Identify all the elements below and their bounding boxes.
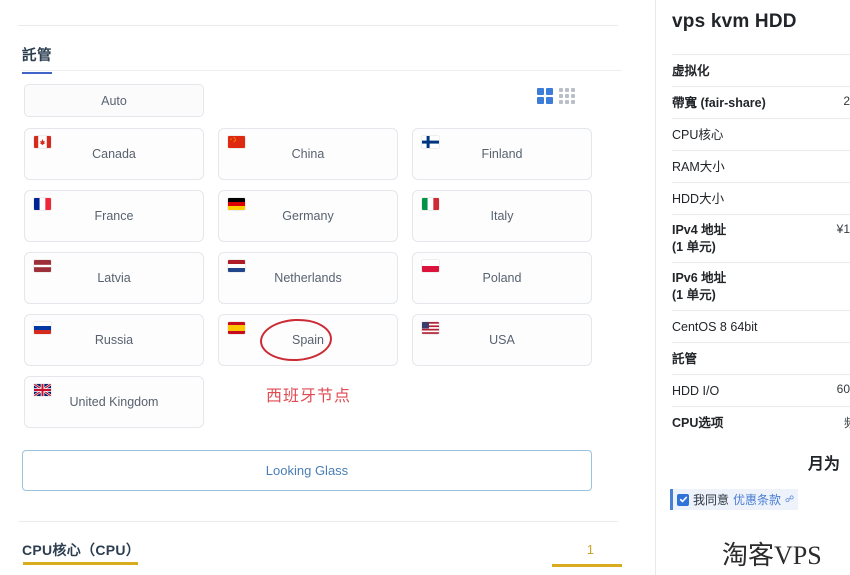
country-card-netherlands[interactable]: Netherlands (218, 252, 398, 304)
spec-row-hdd-io: HDD I/O 60 (672, 373, 850, 406)
flag-latvia-icon (34, 260, 51, 272)
spec-key: HDD I/O (672, 383, 720, 398)
country-label: United Kingdom (69, 395, 159, 409)
flag-united-kingdom-icon (34, 384, 51, 396)
flag-germany-icon (228, 198, 245, 210)
cpu-cores-label-underline (23, 562, 138, 565)
spec-key: IPv4 地址 (1 单元) (672, 223, 727, 254)
spec-key: 帶寬 (fair-share) (672, 96, 766, 110)
country-label: Germany (282, 209, 334, 223)
auto-location-label: Auto (101, 93, 127, 108)
spec-key: CentOS 8 64bit (672, 319, 758, 334)
country-card-canada[interactable]: Canada (24, 128, 204, 180)
country-card-finland[interactable]: Finland (412, 128, 592, 180)
grid-view-3x3-icon[interactable] (559, 88, 575, 104)
spec-key: HDD大小 (672, 192, 725, 206)
country-label: Spain (292, 333, 324, 347)
country-label: Canada (92, 147, 136, 161)
page-root: 託管 Auto Canada China Finland France Germ… (0, 0, 850, 575)
tab-strip-underline (22, 70, 622, 71)
auto-location-button[interactable]: Auto (24, 84, 204, 117)
cpu-cores-value: 1 (586, 542, 594, 557)
agree-label: 我同意 (693, 493, 730, 507)
country-label: France (94, 209, 134, 223)
country-label: Poland (482, 271, 522, 285)
spec-row-ram-size: RAM大小 (672, 150, 850, 182)
spec-row-ipv6-address: IPv6 地址 (1 单元) (672, 261, 850, 310)
spec-key: CPU选项 (672, 415, 724, 430)
cpu-cores-value-underline (552, 564, 622, 567)
spec-key: RAM大小 (672, 160, 725, 174)
country-card-china[interactable]: China (218, 128, 398, 180)
country-card-france[interactable]: France (24, 190, 204, 242)
top-divider (18, 25, 618, 26)
country-card-germany[interactable]: Germany (218, 190, 398, 242)
country-card-spain[interactable]: Spain (218, 314, 398, 366)
country-card-usa[interactable]: USA (412, 314, 592, 366)
spec-row-cpu-option: CPU选项 频率 CPU <= (672, 405, 850, 438)
country-label: Netherlands (274, 271, 342, 285)
terms-link[interactable]: 优惠条款 (733, 491, 781, 508)
flag-usa-icon (422, 322, 439, 334)
country-label: China (291, 147, 325, 161)
view-toggle-group (537, 88, 575, 104)
summary-panel: vps kvm HDD 虚拟化 帶寬 (fair-share) 2 CPU核心 … (656, 0, 850, 575)
spec-key: 虚拟化 (672, 64, 710, 78)
spec-row-cpu-cores: CPU核心 (672, 118, 850, 150)
spec-value: ¥1 (836, 222, 850, 236)
cpu-cores-section: CPU核心（CPU） 1 (22, 540, 622, 572)
country-card-russia[interactable]: Russia (24, 314, 204, 366)
spec-key: 託管 (672, 351, 698, 366)
spec-row-hdd-size: HDD大小 (672, 182, 850, 214)
price-billing-period: 月为 (807, 456, 840, 473)
external-link-icon: ☍ (785, 494, 795, 504)
spec-table: 虚拟化 帶寬 (fair-share) 2 CPU核心 RAM大小 HDD大小 … (672, 54, 850, 438)
country-card-united-kingdom[interactable]: United Kingdom (24, 376, 204, 428)
plan-title: vps kvm HDD (672, 11, 797, 32)
flag-poland-icon (422, 260, 439, 272)
country-label: Italy (490, 209, 514, 223)
flag-france-icon (34, 198, 51, 210)
flag-italy-icon (422, 198, 439, 210)
spec-value: 频率 CPU <= (843, 415, 850, 430)
spec-row-operating-system: CentOS 8 64bit (672, 309, 850, 342)
country-card-poland[interactable]: Poland (412, 252, 592, 304)
country-card-italy[interactable]: Italy (412, 190, 592, 242)
looking-glass-label: Looking Glass (265, 463, 349, 478)
spec-key: IPv6 地址 (1 单元) (672, 270, 727, 302)
flag-china-icon (228, 136, 245, 148)
looking-glass-button[interactable]: Looking Glass (22, 450, 592, 491)
country-label: USA (489, 333, 515, 347)
flag-canada-icon (34, 136, 51, 148)
flag-finland-icon (422, 136, 439, 148)
cpu-cores-label: CPU核心（CPU） (22, 542, 141, 558)
flag-netherlands-icon (228, 260, 245, 272)
spec-key: CPU核心 (672, 128, 724, 142)
spec-row-hosting-location: 託管 Madrid (672, 341, 850, 374)
bottom-divider (18, 521, 618, 522)
country-card-latvia[interactable]: Latvia (24, 252, 204, 304)
country-label: Russia (94, 333, 134, 347)
configuration-panel: 託管 Auto Canada China Finland France Germ… (0, 0, 655, 575)
agree-checkbox[interactable] (677, 493, 689, 506)
flag-spain-icon (228, 322, 245, 334)
spec-row-virtualization: 虚拟化 (672, 54, 850, 86)
spec-value: 60 (836, 381, 850, 396)
tab-strip: 託管 (22, 44, 622, 74)
country-label: Finland (481, 147, 523, 161)
flag-russia-icon (34, 322, 51, 334)
spec-row-bandwidth: 帶寬 (fair-share) 2 (672, 86, 850, 118)
country-label: Latvia (97, 271, 131, 285)
terms-agreement-row[interactable]: 我同意 优惠条款 ☍ (670, 489, 799, 510)
annotation-label-spain-node: 西班牙节点 (266, 386, 352, 405)
spec-row-ipv4-address: IPv4 地址 (1 单元) ¥1 (672, 214, 850, 262)
watermark: 淘客VPS (722, 541, 822, 570)
spec-value: 2 (843, 94, 850, 108)
grid-view-2x2-icon[interactable] (537, 88, 553, 104)
